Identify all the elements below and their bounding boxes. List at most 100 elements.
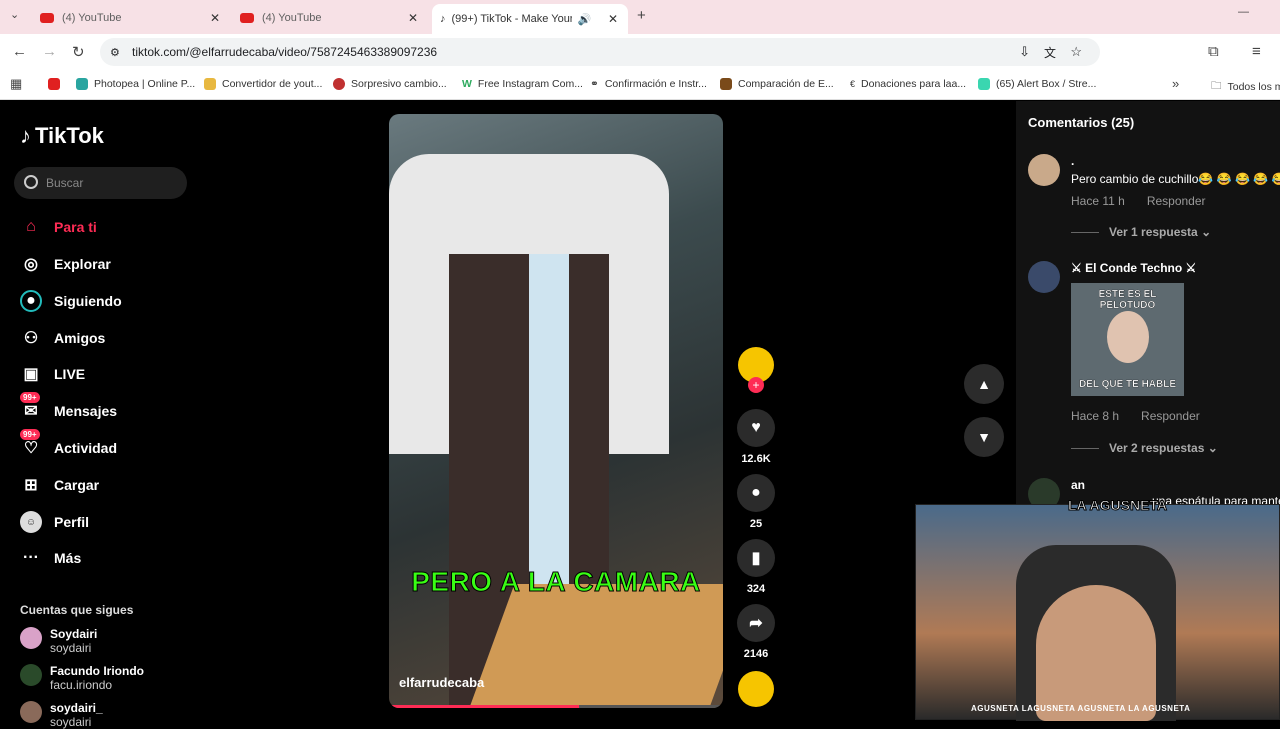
nav-label: Cargar [54, 477, 99, 493]
tab-list-chevron-icon[interactable]: ⌄ [10, 8, 19, 21]
nav-explorar[interactable]: ◎Explorar [20, 251, 111, 277]
nav-label: Actividad [54, 440, 117, 456]
new-tab-icon[interactable]: + [637, 7, 646, 24]
bookmark-donaciones[interactable]: €Donaciones para laa... [850, 78, 966, 90]
nav-siguiendo[interactable]: ●Siguiendo [20, 288, 122, 314]
media-control-icon[interactable]: ≡ [1252, 43, 1261, 60]
follow-plus-icon[interactable]: + [748, 377, 764, 393]
compass-icon: ◎ [20, 253, 42, 275]
stream-logo: LA AGUSNETA [1068, 497, 1167, 513]
bookmark-icon: ▮ [737, 539, 775, 577]
avatar[interactable] [1028, 261, 1060, 293]
bookmark-star-icon[interactable]: ☆ [1070, 44, 1082, 60]
youtube-icon [240, 13, 254, 23]
search-icon [24, 175, 38, 189]
translate-icon[interactable]: 文 [1044, 44, 1056, 61]
nav-label: Amigos [54, 330, 105, 346]
link-icon: ⚭ [590, 78, 599, 90]
sound-disc[interactable] [738, 671, 774, 707]
view-replies-button[interactable]: Ver 2 respuestas ⌄ [1071, 441, 1218, 455]
photopea-icon [76, 78, 88, 90]
share-count: 2146 [744, 648, 768, 660]
bookmark-comparacion[interactable]: Comparación de E... [720, 78, 834, 90]
bookmark-youtube[interactable] [48, 78, 66, 90]
bookmark-alertbox[interactable]: (65) Alert Box / Stre... [978, 78, 1096, 90]
speaker-icon[interactable]: 🔊 [578, 13, 592, 26]
more-bookmarks-icon[interactable]: » [1172, 76, 1179, 91]
extensions-icon[interactable]: ⧉ [1208, 43, 1219, 60]
messages-icon: ✉ [20, 400, 42, 422]
like-count: 12.6K [741, 453, 770, 465]
tab-youtube-1[interactable]: (4) YouTube ✕ [40, 6, 220, 30]
video-progress-bar[interactable] [389, 705, 723, 708]
nav-amigos[interactable]: ⚇Amigos [20, 325, 105, 351]
address-bar[interactable]: ⚙ tiktok.com/@elfarrudecaba/video/758724… [100, 38, 1100, 66]
previous-video-button[interactable]: ▲ [964, 364, 1004, 404]
nav-perfil[interactable]: ☺Perfil [20, 509, 89, 535]
bookmark-convertidor[interactable]: Convertidor de yout... [204, 78, 322, 90]
share-button[interactable]: ➦ 2146 [736, 604, 776, 660]
nav-label: Perfil [54, 514, 89, 530]
following-item[interactable]: Soydairisoydairi [20, 627, 97, 655]
close-icon[interactable]: ✕ [408, 11, 418, 25]
nav-label: LIVE [54, 366, 85, 382]
reply-button[interactable]: Responder [1141, 409, 1200, 423]
close-icon[interactable]: ✕ [210, 11, 220, 25]
following-item[interactable]: soydairi_soydairi [20, 701, 103, 729]
reply-button[interactable]: Responder [1147, 194, 1206, 208]
search-input[interactable]: Buscar [14, 167, 187, 199]
view-replies-button[interactable]: Ver 1 respuesta ⌄ [1071, 225, 1211, 239]
badge: 99+ [20, 429, 40, 440]
like-button[interactable]: ♥ 12.6K [736, 409, 776, 465]
following-item[interactable]: Facundo Iriondofacu.iriondo [20, 664, 144, 692]
tiktok-page: ♪ TikTok Buscar ⌂Para ti ◎Explorar ●Sigu… [0, 101, 1280, 720]
news-icon [333, 78, 345, 90]
nav-para-ti[interactable]: ⌂Para ti [20, 214, 97, 240]
avatar [20, 664, 42, 686]
minimize-icon[interactable]: — [1238, 6, 1249, 18]
bookmark-confirmacion[interactable]: ⚭Confirmación e Instr... [590, 78, 707, 90]
nav-label: Mensajes [54, 403, 117, 419]
avatar[interactable] [1028, 154, 1060, 186]
bookmark-instagram[interactable]: WFree Instagram Com... [462, 78, 583, 90]
nav-mas[interactable]: ···Más [20, 545, 81, 571]
reload-icon[interactable]: ↻ [72, 43, 85, 61]
bookmark-all[interactable]: 🗀Todos los m [1211, 78, 1280, 96]
w-icon: W [462, 78, 472, 90]
tab-label: (99+) TikTok - Make Your Da [452, 13, 572, 25]
browser-toolbar: ← → ↻ ⚙ tiktok.com/@elfarrudecaba/video/… [0, 34, 1280, 70]
tab-tiktok[interactable]: ♪ (99+) TikTok - Make Your Da 🔊 ✕ [432, 4, 628, 34]
apps-grid-icon[interactable]: ▦ [10, 76, 22, 92]
bookmark-sorpresivo[interactable]: Sorpresivo cambio... [333, 78, 447, 90]
comment-user[interactable]: an [1071, 478, 1085, 492]
nav-live[interactable]: ▣LIVE [20, 361, 85, 387]
close-icon[interactable]: ✕ [608, 12, 618, 26]
nav-cargar[interactable]: ⊞Cargar [20, 472, 99, 498]
tiktok-logo[interactable]: ♪ TikTok [20, 123, 104, 149]
save-button[interactable]: ▮324 [736, 539, 776, 595]
install-icon[interactable]: ⇩ [1019, 44, 1030, 60]
comment-button[interactable]: ●25 [736, 474, 776, 530]
forward-icon[interactable]: → [42, 43, 57, 60]
nav-label: Siguiendo [54, 293, 122, 309]
site-info-icon[interactable]: ⚙ [110, 46, 120, 59]
comment-time: Hace 8 h [1071, 409, 1119, 423]
nav-mensajes[interactable]: ✉99+Mensajes [20, 398, 117, 424]
following-handle: soydairi [50, 715, 103, 729]
comment-user[interactable]: . [1071, 154, 1074, 168]
video-author[interactable]: elfarrudecaba [399, 675, 484, 690]
next-video-button[interactable]: ▼ [964, 417, 1004, 457]
share-icon: ➦ [737, 604, 775, 642]
bookmark-photopea[interactable]: Photopea | Online P... [76, 78, 195, 90]
chevron-down-icon: ⌄ [1201, 225, 1211, 239]
video-player[interactable]: PERO A LA CAMARA elfarrudecaba [389, 114, 723, 708]
comment-user[interactable]: ⚔ El Conde Techno ⚔ [1071, 261, 1196, 275]
chevron-down-icon: ▼ [977, 429, 991, 445]
nav-actividad[interactable]: ♡99+Actividad [20, 435, 117, 461]
progress-fill [389, 705, 579, 708]
tab-youtube-2[interactable]: (4) YouTube ✕ [240, 6, 418, 30]
back-icon[interactable]: ← [12, 43, 27, 60]
youtube-icon [40, 13, 54, 23]
heart-icon: ♥ [737, 409, 775, 447]
following-name: Soydairi [50, 627, 97, 641]
